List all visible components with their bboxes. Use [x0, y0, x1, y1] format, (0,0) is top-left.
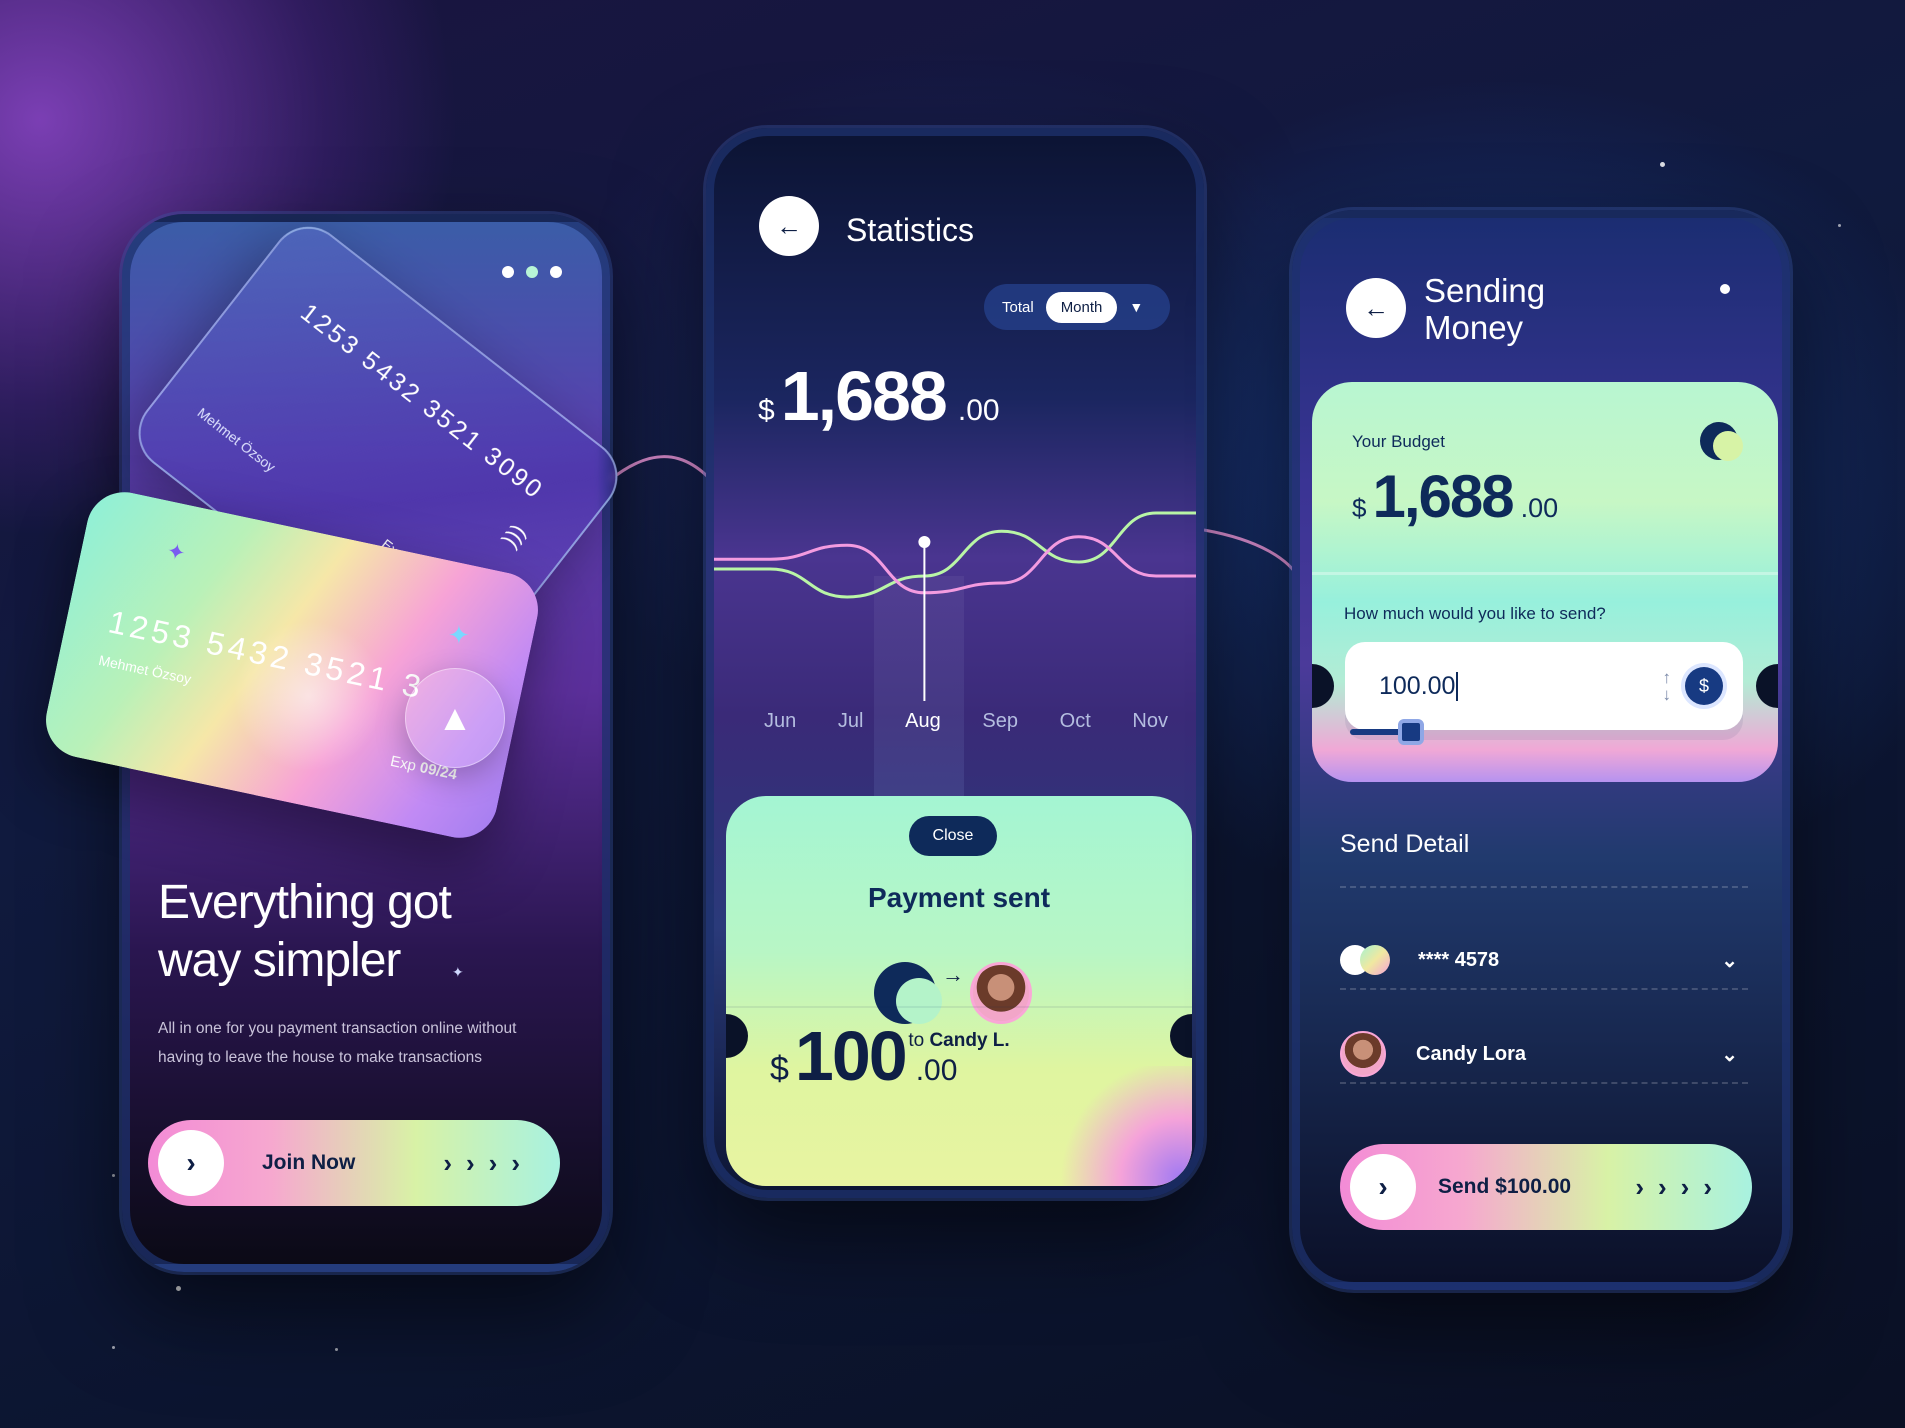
chart-series-line [714, 511, 1196, 599]
back-button[interactable]: ← [759, 196, 819, 256]
sending-money-screen: ← Sending Money Your Budget $ 1,688 .00 H… [1292, 210, 1790, 1290]
card-holder: Mehmet Özsoy [97, 651, 193, 688]
toggle-month[interactable]: Month [1045, 291, 1118, 323]
month-label[interactable]: Jun [764, 710, 796, 733]
send-money-button[interactable]: › Send $100.00 ›››› [1340, 1144, 1752, 1230]
arrow-right-icon: › [158, 1130, 224, 1196]
star-decoration [335, 1348, 338, 1351]
divider [726, 1006, 1192, 1008]
chevron-down-icon[interactable]: ⌄ [1721, 1042, 1738, 1067]
chevron-down-icon[interactable]: ⌄ [1721, 948, 1738, 973]
amount-input[interactable]: 100.00 ↑ ↓ $ [1345, 642, 1743, 730]
chevron-down-icon[interactable]: ▼ [1129, 299, 1143, 315]
ticket-notch [1756, 664, 1778, 708]
triangle-icon: ▲ [437, 697, 473, 738]
month-label[interactable]: Aug [905, 710, 941, 733]
send-button-label: Send $100.00 [1438, 1175, 1572, 1198]
card-masked-number: **** 4578 [1418, 948, 1500, 971]
star-decoration [1660, 162, 1665, 167]
month-label[interactable]: Sep [982, 710, 1018, 733]
recipient-name: Candy Lora [1416, 1042, 1527, 1065]
arrow-left-icon: ← [776, 210, 802, 241]
dashed-separator [1340, 988, 1748, 990]
month-label[interactable]: Nov [1132, 710, 1168, 733]
avatar [970, 962, 1032, 1024]
dollar-icon[interactable]: $ [1685, 667, 1723, 705]
sparkle-icon: ✦ [448, 620, 470, 650]
star-decoration [112, 1346, 115, 1349]
more-options-icon[interactable] [502, 266, 562, 278]
card-brand-icon [1340, 945, 1390, 975]
arrow-right-icon: → [942, 962, 964, 987]
gradient-glow [1052, 1066, 1192, 1186]
card-number: 1253 5432 3521 3 [105, 603, 428, 706]
ticket-notch [1312, 664, 1334, 708]
arrow-left-icon: ← [1363, 292, 1389, 323]
dashed-separator [1340, 1082, 1748, 1084]
selected-month-point[interactable] [918, 536, 931, 548]
page-title: Sending Money [1424, 272, 1546, 346]
sparkle-icon: ✦ [164, 537, 188, 567]
up-down-arrows-icon[interactable]: ↑ ↓ [1663, 669, 1672, 703]
back-button[interactable]: ← [1346, 278, 1406, 338]
star-decoration [112, 1174, 115, 1177]
star-decoration [1838, 224, 1841, 227]
recipient-selector[interactable]: Candy Lora ⌄ [1340, 1024, 1750, 1084]
toggle-total[interactable]: Total [1002, 299, 1034, 316]
month-label[interactable]: Jul [838, 710, 864, 733]
amount-question: How much would you like to send? [1344, 604, 1606, 623]
join-now-label: Join Now [262, 1151, 356, 1174]
budget-label: Your Budget [1352, 432, 1445, 451]
star-decoration [176, 1286, 181, 1291]
avatar [1340, 1031, 1386, 1077]
dashed-separator [1340, 886, 1748, 888]
month-label[interactable]: Oct [1060, 710, 1091, 733]
statistics-screen: ← Statistics Total Month ▼ $ 1,688 .00 J… [706, 128, 1204, 1198]
amount-slider[interactable] [1350, 719, 1710, 745]
page-title: Statistics [846, 212, 975, 248]
sent-amount: $ 100 .00 [770, 1017, 958, 1095]
budget-amount: $ 1,688 .00 [1352, 463, 1559, 530]
card-selector[interactable]: **** 4578 ⌄ [1340, 930, 1750, 990]
amount-input-value[interactable]: 100.00 [1379, 671, 1459, 701]
close-button[interactable]: Close [909, 816, 997, 856]
slider-handle[interactable] [1398, 719, 1425, 745]
arrow-right-icon: › [1350, 1154, 1416, 1220]
budget-card: Your Budget $ 1,688 .00 How much would y… [1312, 382, 1778, 782]
card-holder: Mehmet Özsoy [194, 404, 279, 475]
payment-title: Payment sent [867, 882, 1051, 913]
scan-button[interactable]: ▲ [405, 668, 505, 768]
chevrons-icon: ›››› [443, 1147, 534, 1178]
app-logo-icon [1700, 422, 1743, 461]
chevrons-icon: ›››› [1635, 1171, 1726, 1202]
app-logo-icon [874, 962, 942, 1024]
join-now-button[interactable]: › Join Now ›››› [148, 1120, 560, 1206]
chart-series-line [714, 535, 1196, 595]
month-axis: Jun Jul Aug Sep Oct Nov [714, 710, 1196, 733]
total-amount: $ 1,688 .00 [758, 357, 1000, 435]
headline: Everything got way simpler [158, 876, 452, 987]
contactless-icon: ))) [497, 519, 531, 552]
section-heading: Send Detail [1340, 830, 1470, 858]
payment-sent-sheet: Close Payment sent → to Candy L. $ 100 .… [726, 796, 1192, 1186]
status-dot [1720, 284, 1730, 294]
period-toggle[interactable]: Total Month ▼ [984, 284, 1170, 330]
divider [1312, 572, 1778, 575]
